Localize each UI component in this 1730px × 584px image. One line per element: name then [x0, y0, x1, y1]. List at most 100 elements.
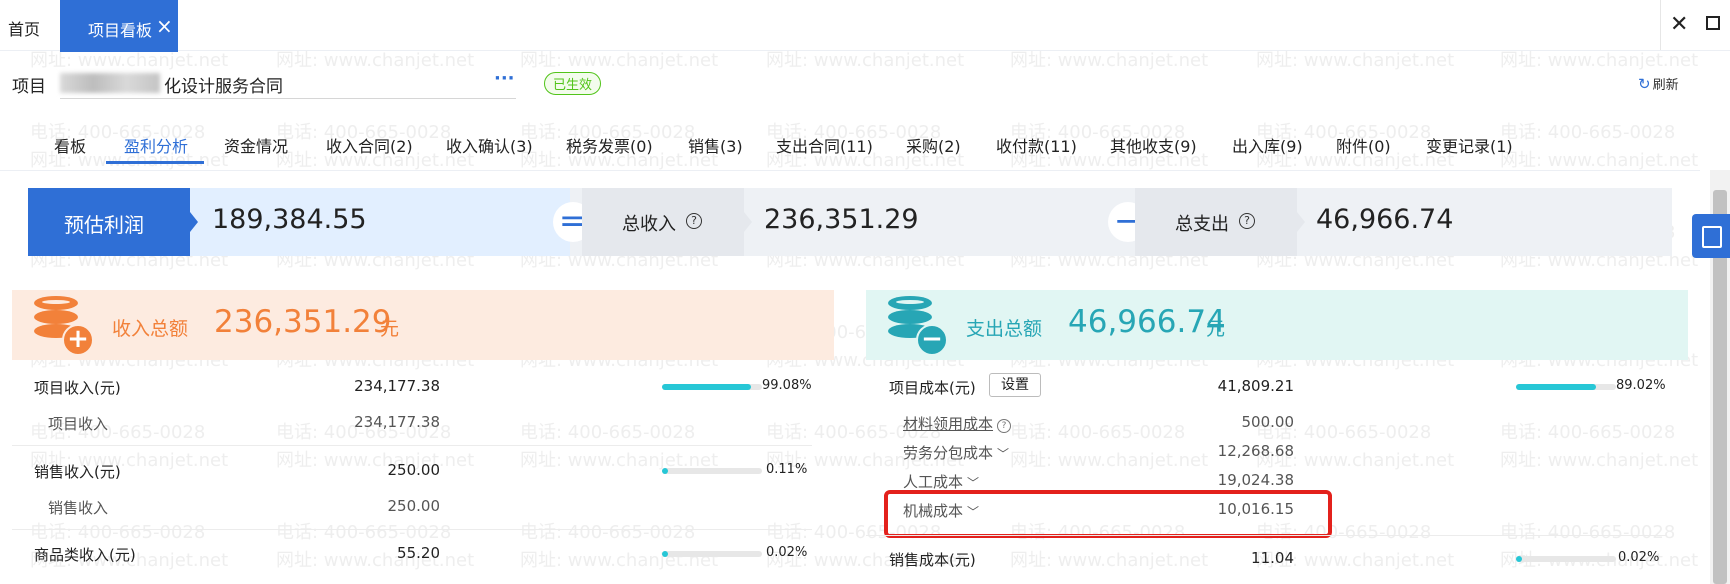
database-minus-icon: − — [888, 296, 948, 356]
profit-tag-arrow — [190, 212, 198, 232]
divider — [1660, 0, 1661, 50]
income-total-title: 收入总额 — [112, 318, 189, 340]
help-icon[interactable]: ? — [997, 419, 1012, 433]
refresh-label: 刷新 — [1652, 78, 1679, 93]
expense-total-title: 支出总额 — [966, 318, 1043, 340]
income-sub-label: 项目收入 — [48, 415, 109, 433]
sales-cost-progress-fill — [1516, 556, 1522, 562]
income-total-unit: 元 — [380, 318, 400, 340]
watermark-text: 电话: 400-665-0028 — [520, 522, 696, 543]
close-window-icon[interactable]: ✕ — [1670, 12, 1688, 37]
profit-tag: 预估利润 — [28, 188, 190, 256]
project-cost-percent: 89.02% — [1616, 378, 1666, 393]
sales-cost-label: 销售成本(元) — [889, 551, 976, 569]
income-progress-bar — [662, 468, 762, 474]
watermark-text: 网址: www.chanjet.net — [1500, 450, 1699, 471]
project-cost-value: 41,809.21 — [1217, 377, 1294, 395]
divider — [12, 529, 812, 530]
labor-cost-value: 19,024.38 — [1217, 471, 1294, 489]
chevron-down-icon[interactable]: ﹀ — [967, 474, 979, 491]
watermark-text: 电话: 400-665-0028 — [1500, 422, 1676, 443]
top-tab-bar — [0, 0, 1730, 51]
help-icon[interactable]: ? — [1239, 213, 1255, 229]
income-row-value: 55.20 — [397, 544, 440, 562]
expense-total-unit: 元 — [1206, 318, 1226, 340]
labor-cost-label[interactable]: 人工成本 ﹀ — [903, 471, 979, 492]
tab-9[interactable]: 收付款(11) — [996, 133, 1077, 157]
total-expense-value: 46,966.74 — [1316, 204, 1454, 235]
income-row-value: 234,177.38 — [354, 377, 440, 395]
close-tab-icon[interactable]: × — [156, 14, 173, 38]
income-progress-fill — [662, 551, 668, 557]
project-select-underline — [60, 98, 516, 99]
divider — [866, 535, 1666, 536]
fullscreen-icon[interactable] — [1706, 16, 1720, 30]
income-row-label: 商品类收入(元) — [34, 546, 136, 564]
income-sub-label: 销售收入 — [48, 499, 109, 517]
total-expense-label: 总支出 — [1175, 214, 1229, 235]
profit-value: 189,384.55 — [212, 204, 367, 235]
tab-8[interactable]: 采购(2) — [906, 133, 961, 157]
tab-11[interactable]: 出入库(9) — [1232, 133, 1303, 157]
project-more-button[interactable]: ··· — [494, 68, 515, 89]
project-cost-progress-fill — [1516, 384, 1596, 390]
watermark-text: 电话: 400-665-0028 — [1010, 422, 1186, 443]
sales-cost-percent: 0.02% — [1618, 550, 1660, 565]
income-row-percent: 99.08% — [762, 378, 812, 393]
tab-4[interactable]: 收入确认(3) — [446, 133, 533, 157]
watermark-text: 电话: 400-665-0028 — [520, 422, 696, 443]
refresh-icon: ↻ — [1638, 75, 1651, 93]
income-total-header: + 收入总额 236,351.29 元 — [12, 290, 834, 360]
tab-1[interactable]: 盈利分析 — [124, 133, 188, 157]
tab-0[interactable]: 看板 — [54, 133, 86, 157]
tab-6[interactable]: 销售(3) — [688, 133, 743, 157]
income-row-percent: 0.11% — [766, 462, 808, 477]
tab-13[interactable]: 变更记录(1) — [1426, 133, 1513, 157]
income-progress-fill — [662, 384, 751, 390]
status-badge: 已生效 — [544, 72, 602, 95]
income-row-label: 销售收入(元) — [34, 463, 121, 481]
project-name-redacted — [60, 73, 160, 93]
labor-subcontract-cost-label[interactable]: 劳务分包成本 ﹀ — [903, 442, 1009, 463]
tab-2[interactable]: 资金情况 — [224, 133, 288, 157]
total-expense-box: 总支出 ? — [1135, 188, 1297, 256]
total-income-box: 总收入 ? — [582, 188, 744, 256]
project-cost-progress-bar — [1516, 384, 1616, 390]
material-cost-label[interactable]: 材料领用成本? — [903, 413, 1012, 434]
refresh-button[interactable]: ↻ 刷新 — [1638, 74, 1679, 93]
divider — [0, 170, 1700, 171]
tab-3[interactable]: 收入合同(2) — [326, 133, 413, 157]
tab-project-board[interactable]: 项目看板 × — [60, 0, 178, 52]
project-name: 化设计服务合同 — [164, 77, 283, 97]
income-row-label: 项目收入(元) — [34, 379, 121, 397]
active-tab-indicator — [106, 161, 204, 164]
help-icon[interactable]: ? — [686, 213, 702, 229]
chevron-down-icon[interactable]: ﹀ — [997, 445, 1009, 462]
watermark-text: 电话: 400-665-0028 — [30, 522, 206, 543]
project-cost-label: 项目成本(元) — [889, 379, 976, 397]
material-cost-value: 500.00 — [1241, 413, 1295, 431]
expense-total-header: − 支出总额 46,966.74 元 — [866, 290, 1688, 360]
tab-5[interactable]: 税务发票(0) — [566, 133, 653, 157]
labor-subcontract-cost-value: 12,268.68 — [1217, 442, 1294, 460]
income-sub-value: 250.00 — [387, 497, 441, 515]
project-label: 项目 — [12, 77, 46, 97]
tab-12[interactable]: 附件(0) — [1336, 133, 1391, 157]
total-income-label: 总收入 — [622, 214, 676, 235]
notes-icon — [1702, 226, 1722, 248]
income-progress-fill — [662, 468, 668, 474]
watermark-text: 网址: www.chanjet.net — [520, 550, 719, 571]
tab-home[interactable]: 首页 — [8, 16, 40, 40]
income-box-arrow — [744, 212, 752, 232]
setting-button[interactable]: 设置 — [989, 373, 1041, 397]
divider — [12, 445, 812, 446]
database-plus-icon: + — [34, 296, 94, 356]
highlight-box — [884, 490, 1332, 538]
total-income-value: 236,351.29 — [764, 204, 919, 235]
income-progress-bar — [662, 551, 762, 557]
income-row-percent: 0.02% — [766, 545, 808, 560]
tab-10[interactable]: 其他收支(9) — [1110, 133, 1197, 157]
tab-7[interactable]: 支出合同(11) — [776, 133, 873, 157]
notes-widget-button[interactable] — [1692, 214, 1730, 258]
sub-tab-bar: 看板 盈利分析 资金情况 收入合同(2) 收入确认(3) 税务发票(0) 销售(3) 支出合同… — [0, 125, 1730, 169]
